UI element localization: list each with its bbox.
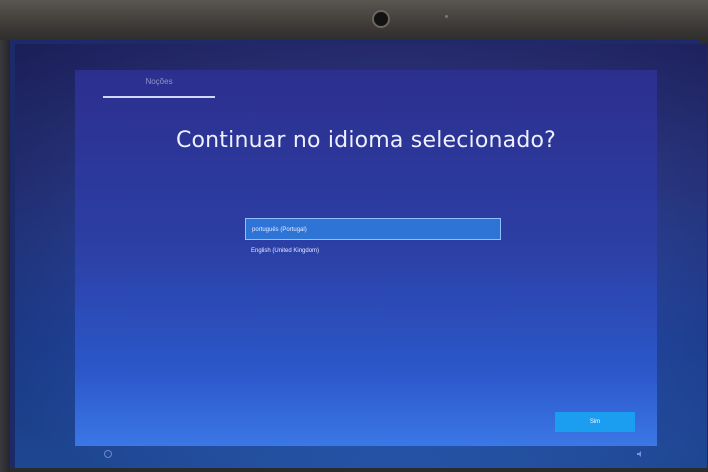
setup-panel: Noções Continuar no idioma selecionado? …: [75, 70, 657, 446]
step-tab-indicator: [103, 96, 215, 98]
webcam-led: [445, 15, 448, 18]
language-option-label: English (United Kingdom): [251, 248, 320, 254]
volume-icon[interactable]: [636, 450, 644, 458]
language-list: português (Portugal) English (United Kin…: [245, 218, 501, 262]
language-option-portuguese[interactable]: português (Portugal): [245, 218, 501, 240]
laptop-bezel-left: [0, 40, 10, 472]
next-button[interactable]: Sim: [555, 412, 635, 432]
language-option-english[interactable]: English (United Kingdom): [245, 240, 501, 262]
page-title: Continuar no idioma selecionado?: [175, 128, 557, 153]
step-tab: Noções: [145, 77, 173, 86]
oobe-screen: Noções Continuar no idioma selecionado? …: [15, 44, 707, 468]
language-option-label: português (Portugal): [252, 227, 307, 233]
webcam-icon: [372, 10, 390, 28]
accessibility-icon[interactable]: [104, 450, 112, 458]
